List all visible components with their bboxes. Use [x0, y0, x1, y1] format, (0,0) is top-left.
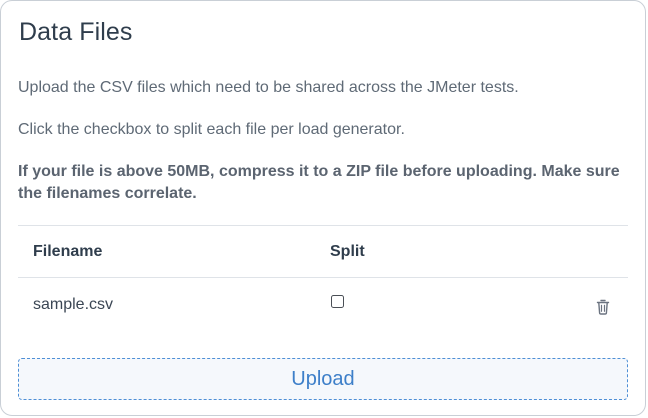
description-upload: Upload the CSV files which need to be sh…	[18, 79, 519, 96]
column-header-filename: Filename	[33, 243, 103, 260]
split-checkbox[interactable]	[331, 295, 344, 308]
header-divider	[18, 277, 628, 278]
filename-cell: sample.csv	[33, 296, 114, 313]
data-files-card: Data Files Upload the CSV files which ne…	[0, 0, 646, 416]
trash-icon[interactable]	[596, 299, 610, 315]
table-top-divider	[18, 225, 628, 226]
size-warning: If your file is above 50MB, compress it …	[18, 163, 620, 202]
upload-button[interactable]: Upload	[18, 358, 628, 400]
column-header-split: Split	[330, 243, 365, 260]
card-title: Data Files	[19, 18, 133, 46]
description-split: Click the checkbox to split each file pe…	[18, 121, 405, 138]
